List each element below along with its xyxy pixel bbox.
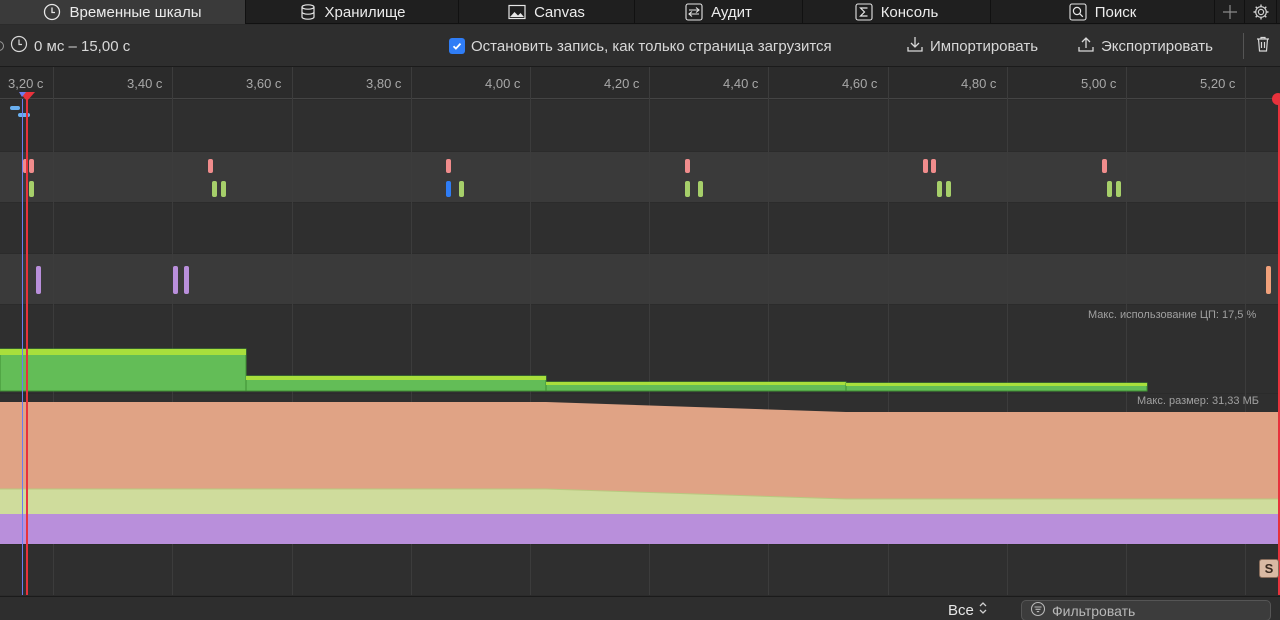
time-ruler[interactable]: 3,20 с 3,40 с 3,60 с 3,80 с 4,00 с 4,20 …	[0, 67, 1280, 99]
selection-start-line[interactable]	[22, 99, 23, 595]
settings-button[interactable]	[1245, 0, 1277, 24]
paint-event-marker[interactable]	[685, 181, 690, 197]
upload-icon	[1077, 35, 1095, 57]
paint-event-marker[interactable]	[1116, 181, 1121, 197]
time-range-selector[interactable]: 0 мс – 15,00 с	[10, 25, 130, 67]
tab-label: Хранилище	[324, 3, 406, 21]
layout-event-marker[interactable]	[931, 159, 936, 173]
plus-icon	[1221, 3, 1239, 21]
tab-label: Аудит	[711, 3, 752, 21]
tab-search[interactable]: Поиск	[991, 0, 1215, 24]
paint-event-marker[interactable]	[937, 181, 942, 197]
console-sigma-icon	[855, 3, 873, 21]
import-label: Импортировать	[930, 37, 1039, 55]
ruler-tick-label: 3,20 с	[8, 76, 44, 91]
layout-event-marker[interactable]	[685, 159, 690, 173]
ruler-tick-label: 4,80 с	[961, 76, 997, 91]
media-track[interactable]	[0, 545, 1280, 595]
tab-label: Поиск	[1094, 3, 1137, 21]
timeline-badge[interactable]: S	[1259, 559, 1279, 578]
trash-icon	[1254, 35, 1272, 57]
toolbar-divider	[1243, 33, 1244, 59]
new-tab-button[interactable]	[1215, 0, 1245, 24]
clear-button[interactable]	[1254, 25, 1272, 67]
ruler-tick-label: 5,00 с	[1081, 76, 1117, 91]
paint-event-marker[interactable]	[29, 181, 34, 197]
layout-event-marker[interactable]	[29, 159, 34, 173]
paint-event-marker[interactable]	[212, 181, 217, 197]
timeline-toolbar: 0 мс – 15,00 с Остановить запись, как то…	[0, 25, 1280, 67]
script-event-marker[interactable]	[36, 266, 41, 294]
cpu-usage-graph	[0, 348, 1148, 392]
ruler-tick-label: 3,40 с	[127, 76, 163, 91]
filter-icon	[1030, 601, 1046, 620]
ruler-tick-label: 4,60 с	[842, 76, 878, 91]
layout-event-marker[interactable]	[923, 159, 928, 173]
scope-label: Все	[948, 601, 974, 619]
bottom-bar: Все Фильтровать	[0, 596, 1280, 620]
tab-console[interactable]: Консоль	[803, 0, 991, 24]
layout-event-marker[interactable]	[446, 159, 451, 173]
ruler-tick-label: 3,80 с	[366, 76, 402, 91]
ruler-tick-label: 5,20 с	[1200, 76, 1236, 91]
stop-recording-label: Остановить запись, как только страница з…	[471, 37, 832, 55]
image-icon	[508, 3, 526, 21]
database-icon	[299, 3, 317, 21]
import-button[interactable]: Импортировать	[906, 25, 1038, 67]
tab-storage[interactable]: Хранилище	[246, 0, 459, 24]
network-track[interactable]	[0, 100, 1280, 151]
clock-icon	[10, 35, 28, 57]
rendering-track[interactable]	[0, 203, 1280, 253]
export-label: Экспортировать	[1101, 37, 1213, 55]
download-icon	[906, 35, 924, 57]
range-end-handle-icon[interactable]	[1272, 93, 1280, 105]
record-icon	[0, 41, 4, 51]
layout-event-marker[interactable]	[1102, 159, 1107, 173]
record-button[interactable]	[0, 25, 4, 67]
stop-recording-checkbox[interactable]	[449, 38, 465, 54]
script-event-marker[interactable]	[184, 266, 189, 294]
search-icon	[1069, 3, 1087, 21]
tab-label: Временные шкалы	[69, 3, 202, 21]
selected-event-marker[interactable]	[446, 181, 451, 197]
filter-placeholder: Фильтровать	[1052, 602, 1136, 619]
paint-event-marker[interactable]	[946, 181, 951, 197]
audit-arrows-icon	[685, 3, 703, 21]
tab-audit[interactable]: Аудит	[635, 0, 803, 24]
network-request-marker[interactable]	[10, 106, 20, 110]
paint-event-marker[interactable]	[698, 181, 703, 197]
layout-event-marker[interactable]	[208, 159, 213, 173]
paint-event-marker[interactable]	[221, 181, 226, 197]
clock-icon	[43, 3, 61, 21]
export-button[interactable]: Экспортировать	[1077, 25, 1213, 67]
chevron-updown-icon	[978, 601, 988, 619]
tab-timelines[interactable]: Временные шкалы	[0, 0, 246, 24]
scope-selector[interactable]: Все	[948, 601, 988, 619]
ruler-tick-label: 4,20 с	[604, 76, 640, 91]
playhead-handle-icon[interactable]	[17, 92, 37, 102]
stop-recording-option[interactable]: Остановить запись, как только страница з…	[449, 25, 832, 67]
tab-label: Консоль	[880, 3, 939, 21]
network-request-marker[interactable]	[18, 113, 30, 117]
memory-usage-graph	[0, 402, 1280, 544]
gear-icon	[1252, 3, 1270, 21]
paint-event-marker[interactable]	[1107, 181, 1112, 197]
time-range-label: 0 мс – 15,00 с	[34, 37, 131, 55]
tab-bar: Временные шкалы Хранилище Canvas Аудит К…	[0, 0, 1280, 24]
filter-input[interactable]: Фильтровать	[1021, 600, 1271, 620]
ruler-tick-label: 4,00 с	[485, 76, 521, 91]
javascript-track[interactable]	[0, 254, 1280, 304]
ruler-tick-label: 3,60 с	[246, 76, 282, 91]
tab-label: Canvas	[534, 3, 585, 21]
script-event-marker[interactable]	[173, 266, 178, 294]
script-event-marker[interactable]	[1266, 266, 1271, 294]
paint-event-marker[interactable]	[459, 181, 464, 197]
playhead-line[interactable]	[26, 96, 28, 595]
ruler-tick-label: 4,40 с	[723, 76, 759, 91]
layout-track[interactable]	[0, 152, 1280, 202]
tab-canvas[interactable]: Canvas	[459, 0, 635, 24]
